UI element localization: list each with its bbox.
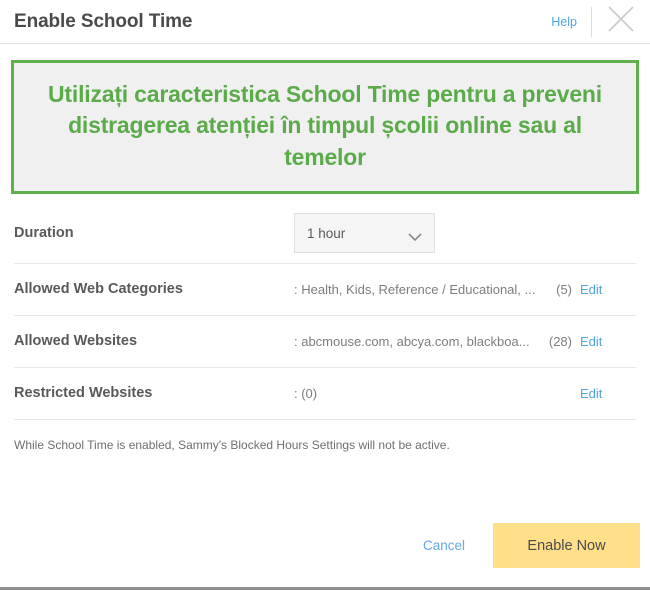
duration-select[interactable]: 1 hour [294,213,435,254]
restricted-websites-label: Restricted Websites [14,385,153,402]
titlebar-actions: Help [537,0,650,43]
allowed-web-categories-count: (5) [556,281,572,297]
row-restricted-websites: Restricted Websites : (0) Edit [14,368,636,420]
cancel-button[interactable]: Cancel [423,538,465,553]
close-icon [606,4,636,39]
row-allowed-websites: Allowed Websites : abcmouse.com, abcya.c… [14,316,636,368]
row-duration: Duration 1 hour [14,204,636,264]
allowed-web-categories-label: Allowed Web Categories [14,281,183,298]
settings-note: While School Time is enabled, Sammy's Bl… [14,437,450,452]
chevron-down-icon [408,229,422,242]
page-title: Enable School Time [14,10,193,32]
allowed-websites-value: : abcmouse.com, abcya.com, blackboa... [294,333,530,349]
duration-label: Duration [14,225,74,242]
duration-select-value: 1 hour [307,225,346,241]
row-allowed-web-categories: Allowed Web Categories : Health, Kids, R… [14,264,636,316]
dialog-titlebar: Enable School Time Help [0,0,650,44]
promo-banner-text: Utilizați caracteristica School Time pen… [48,81,602,170]
edit-allowed-websites[interactable]: Edit [580,334,636,349]
settings-list: Duration 1 hour Allowed Web Categories :… [14,204,636,420]
allowed-websites-count: (28) [548,333,572,349]
allowed-websites-label: Allowed Websites [14,333,138,350]
close-button[interactable] [592,0,650,44]
enable-now-button[interactable]: Enable Now [493,523,640,568]
edit-allowed-web-categories[interactable]: Edit [580,282,636,297]
promo-banner: Utilizați caracteristica School Time pen… [11,60,639,194]
help-link[interactable]: Help [537,15,591,29]
allowed-web-categories-value: : Health, Kids, Reference / Educational,… [294,281,536,297]
restricted-websites-value: : (0) [294,385,318,401]
dialog-footer: Cancel Enable Now [0,523,650,568]
edit-restricted-websites[interactable]: Edit [580,386,636,401]
